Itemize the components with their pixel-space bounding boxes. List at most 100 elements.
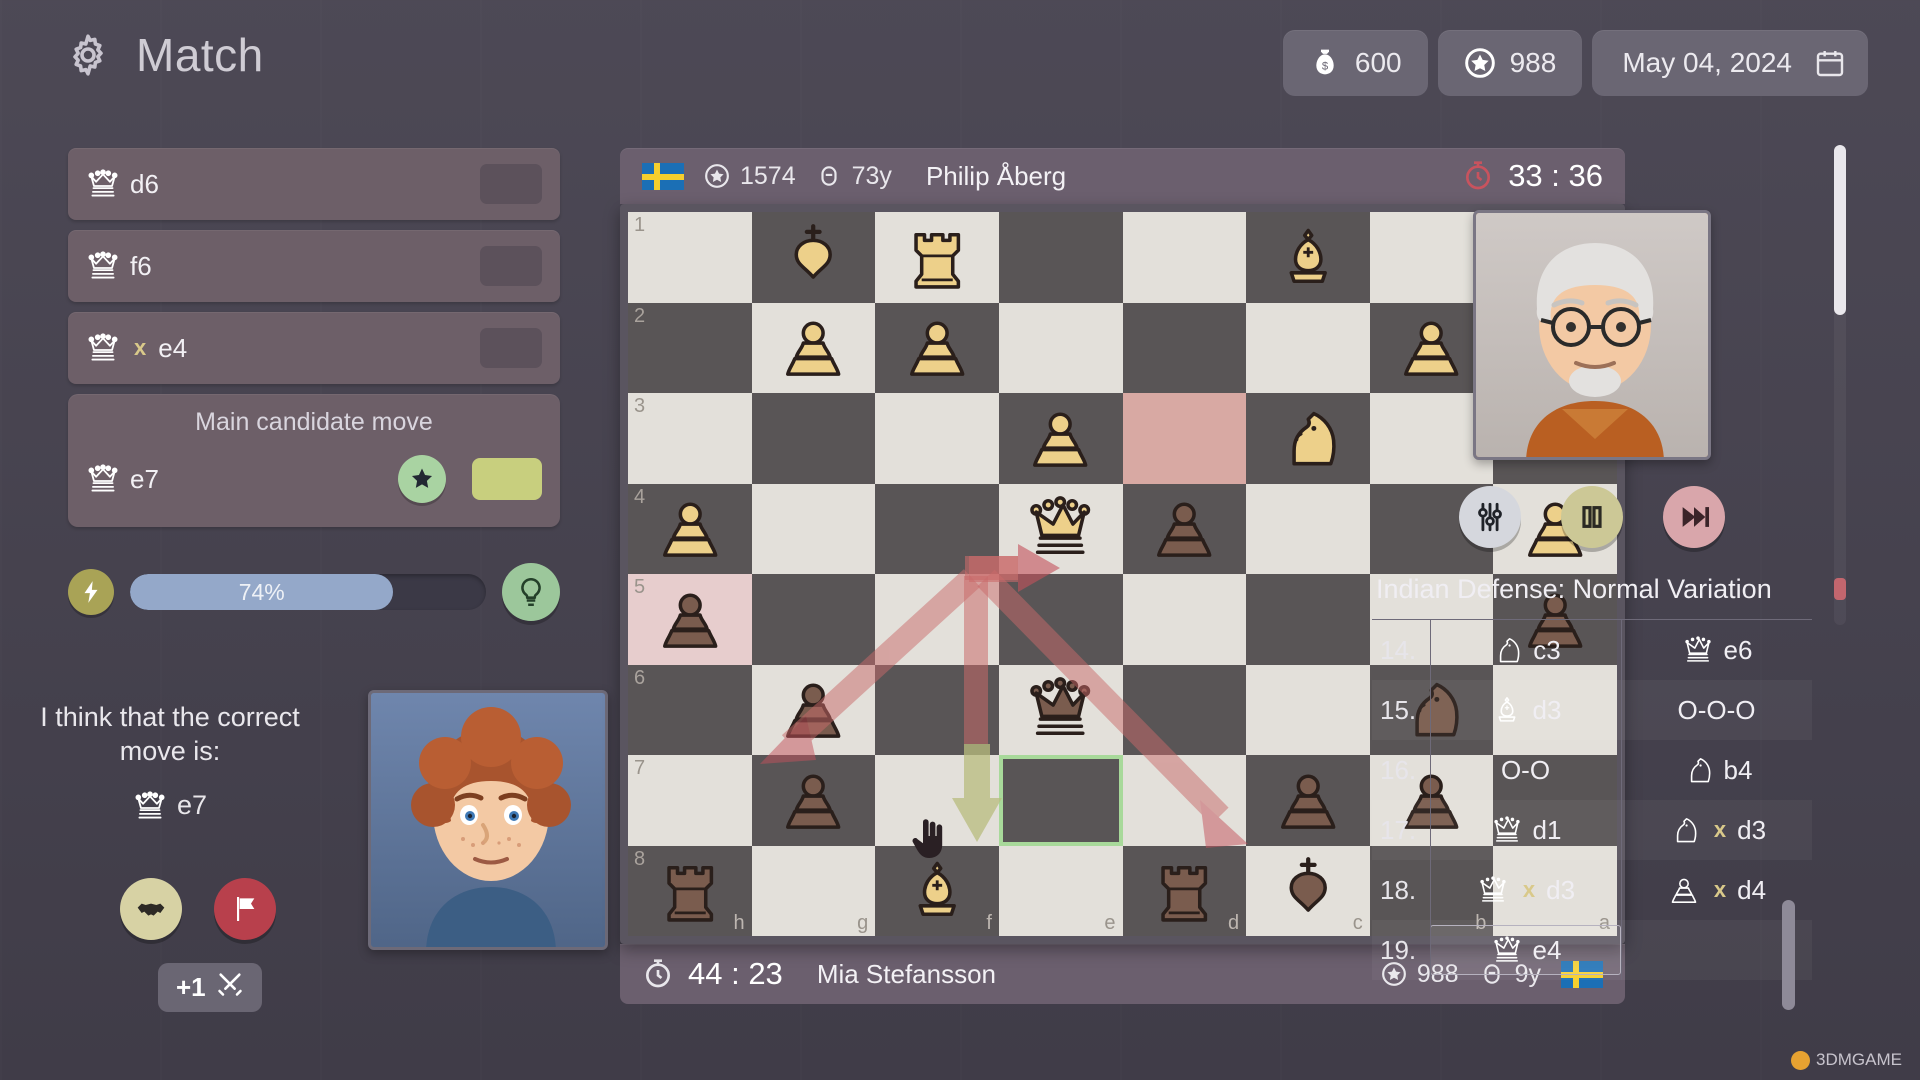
candidate-move-row[interactable]: d6 [68,148,560,220]
board-square[interactable] [1246,755,1370,846]
board-square[interactable] [875,393,999,484]
chess-piece[interactable] [999,393,1123,484]
black-move[interactable]: e6 [1621,625,1812,675]
black-move[interactable]: b4 [1621,745,1812,795]
chess-piece[interactable] [875,303,999,394]
white-move[interactable]: e4 [1430,925,1621,975]
board-square[interactable] [998,483,1123,575]
bolt-icon[interactable] [68,569,114,615]
board-square[interactable]: 3 [628,393,752,484]
main-candidate-panel[interactable]: Main candidate move e7 [68,394,560,527]
board-square[interactable] [1122,483,1247,575]
board-square[interactable] [751,393,876,484]
chess-piece[interactable] [1246,846,1370,937]
pause-icon[interactable] [1561,486,1623,548]
board-square[interactable]: 6 [628,664,752,755]
board-square[interactable] [1122,574,1247,665]
chess-piece[interactable] [1246,212,1370,303]
chess-piece[interactable] [875,212,999,303]
move-list[interactable]: 14. c3 e6 15. d3 O-O-O 16. O-O b4 17. d1 x d3 18. x d3 x… [1372,619,1812,980]
board-square[interactable]: 7 [628,755,752,846]
chess-piece[interactable] [1123,846,1247,937]
candidate-move-row[interactable]: x e4 [68,312,560,384]
board-square[interactable] [998,574,1123,665]
chess-piece[interactable] [999,484,1123,575]
lightbulb-icon[interactable] [502,563,560,621]
board-square[interactable] [751,755,876,846]
board-square[interactable] [1122,393,1247,484]
board-square[interactable]: e [998,845,1123,936]
board-square[interactable] [1246,483,1370,574]
board-square[interactable] [751,574,876,665]
board-square[interactable]: 1 [628,212,752,303]
move-row[interactable]: 18. x d3 x d4 [1372,860,1812,920]
board-square[interactable] [1246,393,1370,484]
date-chip[interactable]: May 04, 2024 [1592,30,1868,96]
board-square[interactable] [875,664,999,755]
chess-piece[interactable] [752,665,876,756]
board-square[interactable] [875,574,999,665]
board-square[interactable]: 8h [628,845,752,937]
board-square[interactable] [751,212,876,303]
board-square[interactable] [1246,664,1370,755]
board-square[interactable] [1246,574,1370,665]
candidate-move-row[interactable]: f6 [68,230,560,302]
board-square[interactable] [1122,755,1247,846]
move-row[interactable]: 15. d3 O-O-O [1372,680,1812,740]
sliders-icon[interactable] [1459,486,1521,548]
chess-piece[interactable] [1246,755,1370,846]
board-square[interactable]: 5 [628,574,752,665]
page-scrollbar-thumb[interactable] [1834,145,1846,315]
board-square[interactable] [998,755,1123,846]
bonus-badge: +1 [158,963,262,1012]
white-move[interactable]: x d3 [1430,865,1621,915]
board-square[interactable] [1246,212,1370,303]
white-move[interactable]: c3 [1430,625,1621,675]
flag-icon[interactable] [214,878,276,940]
move-row[interactable]: 19. e4 [1372,920,1812,980]
board-square[interactable] [998,212,1123,303]
chess-piece[interactable] [752,303,876,394]
move-row[interactable]: 14. c3 e6 [1372,620,1812,680]
board-square[interactable] [1122,212,1247,303]
board-square[interactable] [1246,302,1370,393]
board-square[interactable] [998,393,1123,484]
board-square[interactable] [998,302,1123,393]
board-square[interactable] [1122,664,1247,755]
board-square[interactable] [1122,302,1247,393]
board-square[interactable]: d [1122,845,1247,937]
chess-piece[interactable] [628,846,752,937]
fast-forward-icon[interactable] [1663,486,1725,548]
board-square[interactable] [875,212,999,303]
move-list-scrollbar-thumb[interactable] [1782,900,1795,1010]
board-square[interactable]: g [751,845,876,936]
black-move[interactable]: x d3 [1621,805,1812,855]
board-square[interactable] [751,302,876,394]
white-move[interactable]: O-O [1430,745,1621,795]
coins-chip[interactable]: $ 600 [1282,30,1428,96]
chess-piece[interactable] [752,755,876,846]
rank-label: 2 [634,304,646,327]
board-square[interactable]: 2 [628,302,752,393]
chess-piece[interactable] [628,574,752,665]
chess-piece[interactable] [752,212,876,303]
board-square[interactable] [751,664,876,756]
white-move[interactable]: d1 [1430,805,1621,855]
board-square[interactable] [875,302,999,394]
chess-piece[interactable] [628,484,752,575]
white-move[interactable]: d3 [1430,685,1621,735]
board-square[interactable] [875,483,999,574]
board-square[interactable] [751,483,876,574]
star-icon[interactable] [398,455,446,503]
chess-piece[interactable] [1123,484,1247,575]
board-square[interactable] [998,664,1123,756]
chess-piece[interactable] [1246,393,1370,484]
move-row[interactable]: 16. O-O b4 [1372,740,1812,800]
move-row[interactable]: 17. d1 x d3 [1372,800,1812,860]
board-square[interactable]: 4 [628,483,752,575]
black-move[interactable]: O-O-O [1621,685,1812,735]
points-chip[interactable]: 988 [1437,30,1583,96]
handshake-icon[interactable] [120,878,182,940]
board-square[interactable]: c [1246,845,1370,937]
chess-piece[interactable] [999,665,1123,756]
